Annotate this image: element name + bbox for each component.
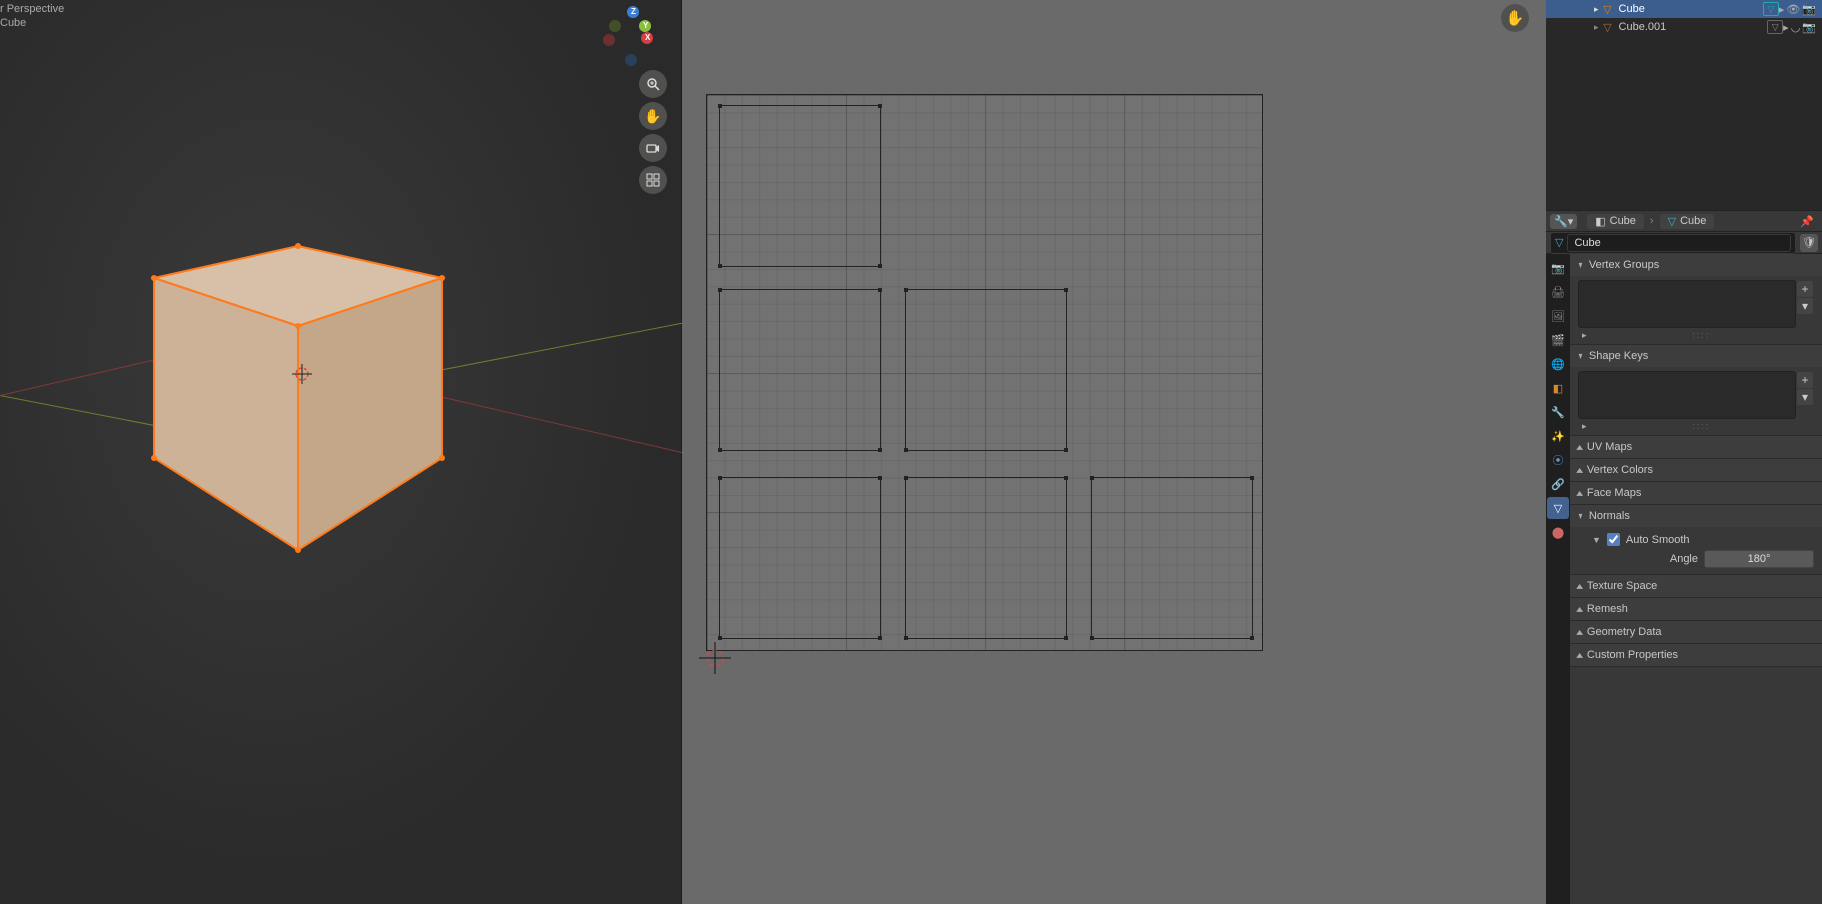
auto-smooth-label: Auto Smooth: [1626, 534, 1690, 546]
panel-remesh: ▶Remesh: [1570, 598, 1822, 621]
mesh-icon: ▽: [1601, 20, 1615, 34]
fake-user-button[interactable]: 🛡: [1800, 234, 1818, 252]
angle-label: Angle: [1670, 553, 1698, 565]
uv-canvas[interactable]: [706, 94, 1263, 651]
orientation-gizmo[interactable]: Z Y X: [599, 6, 659, 66]
mesh-datablock-selector[interactable]: ▽: [1550, 232, 1796, 254]
tab-constraints[interactable]: 🔗: [1547, 473, 1569, 495]
panel-face-maps: ▶Face Maps: [1570, 482, 1822, 505]
tab-viewlayer[interactable]: 🖼: [1547, 305, 1569, 327]
uv-face[interactable]: [719, 105, 881, 267]
panel-header-custom-properties[interactable]: ▶Custom Properties: [1570, 644, 1822, 666]
mesh-data-icon[interactable]: ▽: [1763, 2, 1779, 16]
properties-header: 🔧▾ ◧Cube › ▽Cube 📌: [1546, 210, 1822, 232]
tab-object[interactable]: ◧: [1547, 377, 1569, 399]
render-icon[interactable]: 📷: [1802, 21, 1816, 34]
shape-keys-list[interactable]: +▾: [1578, 371, 1796, 419]
panel-header-texture-space[interactable]: ▶Texture Space: [1570, 575, 1822, 597]
panel-header-normals[interactable]: ▼Normals: [1570, 505, 1822, 527]
selectable-icon[interactable]: ▸: [1783, 21, 1789, 34]
viewport-uv[interactable]: ✋: [682, 0, 1546, 904]
panel-drag-handle[interactable]: ▸::::: [1578, 421, 1814, 431]
zoom-button[interactable]: [639, 70, 667, 98]
tab-modifiers[interactable]: 🔧: [1547, 401, 1569, 423]
editor-type-button[interactable]: 🔧▾: [1550, 214, 1577, 229]
angle-field[interactable]: 180°: [1704, 550, 1814, 568]
uv-face[interactable]: [719, 289, 881, 451]
tab-render[interactable]: 📷: [1547, 257, 1569, 279]
panel-vertex-groups: ▼Vertex Groups +▾ ▸::::: [1570, 254, 1822, 345]
viewport-3d[interactable]: r Perspective Cube: [0, 0, 682, 904]
axis-x-line: [435, 395, 689, 454]
tab-particles[interactable]: ✨: [1547, 425, 1569, 447]
pan-button[interactable]: ✋: [639, 102, 667, 130]
viewport-label: r Perspective Cube: [0, 2, 64, 30]
mesh-name-input[interactable]: [1567, 234, 1791, 252]
outliner-item-cube[interactable]: ▸ ▽ Cube ▽ ▸ 👁 📷: [1546, 0, 1822, 18]
gizmo-nx-axis[interactable]: [603, 34, 615, 46]
mesh-icon: ▽: [1601, 2, 1615, 16]
tab-scene[interactable]: 🎬: [1547, 329, 1569, 351]
gizmo-ny-axis[interactable]: [609, 20, 621, 32]
tab-output[interactable]: 🖨: [1547, 281, 1569, 303]
cursor-2d-icon: [699, 642, 731, 674]
breadcrumb-object[interactable]: ◧Cube: [1587, 214, 1644, 229]
panel-header-uv-maps[interactable]: ▶UV Maps: [1570, 436, 1822, 458]
mesh-icon: ▽: [1668, 215, 1676, 228]
panel-vertex-colors: ▶Vertex Colors: [1570, 459, 1822, 482]
panel-header-remesh[interactable]: ▶Remesh: [1570, 598, 1822, 620]
uv-face[interactable]: [905, 289, 1067, 451]
outliner-item-cube001[interactable]: ▸ ▽ Cube.001 ▽ ▸ ◡ 📷: [1546, 18, 1822, 36]
tab-mesh-data[interactable]: ▽: [1547, 497, 1569, 519]
render-icon[interactable]: 📷: [1802, 3, 1816, 16]
panel-custom-properties: ▶Custom Properties: [1570, 644, 1822, 667]
panel-geometry-data: ▶Geometry Data: [1570, 621, 1822, 644]
perspective-toggle-button[interactable]: [639, 166, 667, 194]
panel-header-face-maps[interactable]: ▶Face Maps: [1570, 482, 1822, 504]
specials-button[interactable]: ▾: [1797, 298, 1813, 314]
panel-uv-maps: ▶UV Maps: [1570, 436, 1822, 459]
tab-physics[interactable]: ⦿: [1547, 449, 1569, 471]
uv-pan-button[interactable]: ✋: [1501, 4, 1529, 32]
camera-view-button[interactable]: [639, 134, 667, 162]
panel-header-vertex-groups[interactable]: ▼Vertex Groups: [1570, 254, 1822, 276]
vertex-groups-list[interactable]: +▾: [1578, 280, 1796, 328]
add-button[interactable]: +: [1797, 372, 1813, 388]
gizmo-nz-axis[interactable]: [625, 54, 637, 66]
uv-face[interactable]: [719, 477, 881, 639]
panel-drag-handle[interactable]: ▸::::: [1578, 330, 1814, 340]
mesh-data-icon[interactable]: ▽: [1767, 20, 1783, 34]
uv-face[interactable]: [905, 477, 1067, 639]
uv-face[interactable]: [1091, 477, 1253, 639]
selectable-icon[interactable]: ▸: [1779, 3, 1785, 16]
right-panel: ▸ ▽ Cube ▽ ▸ 👁 📷 ▸ ▽ Cube.001 ▽ ▸ ◡: [1546, 0, 1822, 904]
properties-tabs: 📷 🖨 🖼 🎬 🌐 ◧ 🔧 ✨ ⦿ 🔗 ▽ ⬤: [1546, 254, 1570, 904]
mesh-icon: ▽: [1555, 236, 1563, 249]
breadcrumb-mesh[interactable]: ▽Cube: [1660, 214, 1715, 229]
panel-shape-keys: ▼Shape Keys +▾ ▸::::: [1570, 345, 1822, 436]
properties-content[interactable]: ▼Vertex Groups +▾ ▸:::: ▼Shape Keys: [1570, 254, 1822, 904]
mesh-name-row: ▽ 🛡: [1546, 232, 1822, 254]
tab-material[interactable]: ⬤: [1547, 521, 1569, 543]
panel-header-geometry-data[interactable]: ▶Geometry Data: [1570, 621, 1822, 643]
visibility-icon[interactable]: 👁: [1786, 3, 1800, 16]
object-icon: ◧: [1595, 215, 1605, 228]
specials-button[interactable]: ▾: [1797, 389, 1813, 405]
pin-icon[interactable]: 📌: [1796, 215, 1818, 228]
add-button[interactable]: +: [1797, 281, 1813, 297]
panel-normals: ▼Normals ▼ Auto Smooth Angle 180°: [1570, 505, 1822, 575]
cursor-3d-icon: [292, 364, 312, 384]
visibility-icon[interactable]: ◡: [1791, 21, 1801, 34]
panel-header-vertex-colors[interactable]: ▶Vertex Colors: [1570, 459, 1822, 481]
auto-smooth-checkbox[interactable]: [1607, 533, 1620, 546]
cube-object[interactable]: [148, 240, 448, 560]
panel-texture-space: ▶Texture Space: [1570, 575, 1822, 598]
outliner[interactable]: ▸ ▽ Cube ▽ ▸ 👁 📷 ▸ ▽ Cube.001 ▽ ▸ ◡: [1546, 0, 1822, 210]
panel-header-shape-keys[interactable]: ▼Shape Keys: [1570, 345, 1822, 367]
tab-world[interactable]: 🌐: [1547, 353, 1569, 375]
